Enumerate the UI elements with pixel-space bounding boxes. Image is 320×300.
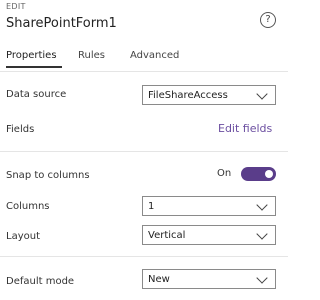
data-source-label: Data source: [6, 89, 67, 100]
default-mode-dropdown[interactable]: New: [142, 269, 276, 289]
layout-label: Layout: [6, 231, 40, 242]
chevron-down-icon: [256, 199, 268, 211]
tab-underline: [6, 66, 62, 68]
data-source-dropdown[interactable]: FileShareAccess: [142, 85, 276, 105]
section-divider-1: [0, 151, 288, 152]
form-title: SharePointForm1: [6, 16, 117, 31]
edit-fields-link[interactable]: Edit fields: [218, 122, 272, 135]
snap-toggle[interactable]: [241, 167, 276, 181]
fields-label: Fields: [6, 124, 35, 135]
chevron-down-icon: [256, 88, 268, 100]
data-source-value: FileShareAccess: [148, 90, 228, 101]
columns-value: 1: [148, 201, 155, 212]
layout-dropdown[interactable]: Vertical: [142, 225, 276, 245]
chevron-down-icon: [256, 228, 268, 240]
help-icon[interactable]: ?: [260, 12, 276, 28]
tab-properties[interactable]: Properties: [6, 50, 57, 61]
tab-advanced[interactable]: Advanced: [130, 50, 179, 61]
columns-label: Columns: [6, 201, 50, 212]
chevron-down-icon: [256, 272, 268, 284]
edit-label: EDIT: [6, 2, 26, 11]
section-divider-2: [0, 256, 288, 257]
columns-dropdown[interactable]: 1: [142, 196, 276, 216]
default-mode-label: Default mode: [6, 276, 75, 287]
tabs-divider: [0, 71, 288, 72]
layout-value: Vertical: [148, 230, 186, 241]
snap-to-columns-label: Snap to columns: [6, 170, 90, 181]
tab-rules[interactable]: Rules: [78, 50, 105, 61]
default-mode-value: New: [148, 274, 170, 285]
snap-toggle-state: On: [217, 168, 232, 179]
toggle-knob: [265, 170, 273, 178]
